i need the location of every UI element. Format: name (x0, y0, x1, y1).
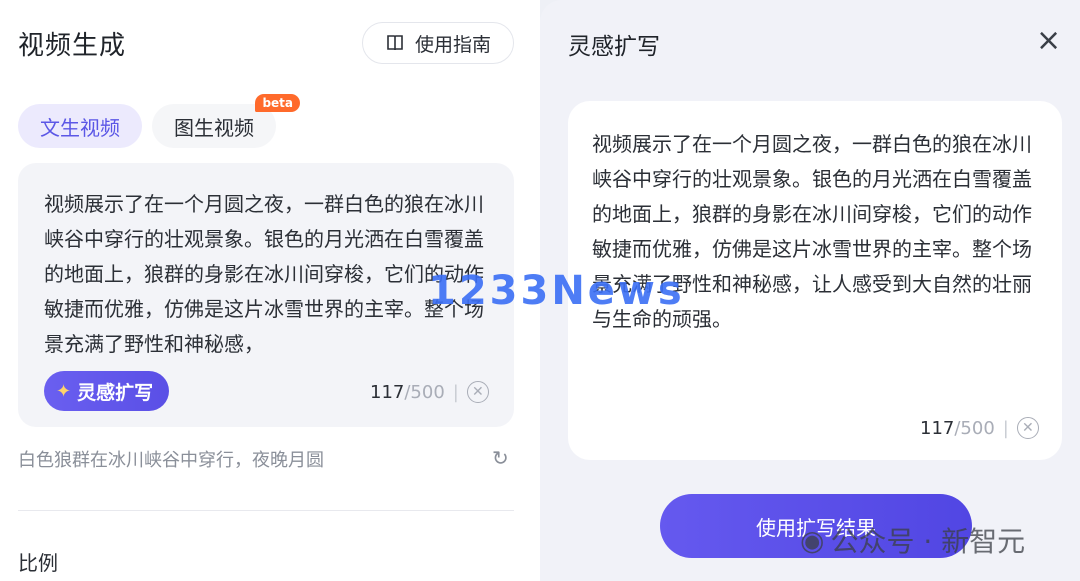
char-counter: 117/500 | ✕ (370, 381, 489, 403)
tab-text-to-video[interactable]: 文生视频 (18, 104, 142, 148)
clear-icon[interactable]: ✕ (466, 381, 489, 403)
tab-image-to-video-label: 图生视频 (174, 115, 254, 140)
tab-text-to-video-label: 文生视频 (40, 115, 120, 140)
refresh-icon[interactable]: ↻ (492, 446, 509, 470)
result-char-max: /500 (954, 417, 995, 439)
inspire-expand-button[interactable]: ✦ 灵感扩写 (44, 371, 170, 411)
inspire-expand-label: 灵感扩写 (77, 381, 154, 404)
ratio-label: 比例 (18, 551, 58, 575)
divider (18, 510, 514, 511)
char-count: 117 (370, 381, 405, 403)
prompt-suggestion[interactable]: 白色狼群在冰川峡谷中穿行，夜晚月圆 (18, 446, 514, 472)
book-icon (387, 35, 403, 51)
close-icon[interactable]: × (1036, 26, 1061, 56)
result-char-counter: 117/500 | ✕ (920, 417, 1039, 439)
result-char-count: 117 (920, 417, 955, 439)
mode-tabs: 文生视频 图生视频 beta (18, 94, 300, 148)
result-clear-icon[interactable]: ✕ (1016, 417, 1039, 439)
char-max: /500 (404, 381, 445, 403)
wechat-icon: ◉ (800, 523, 825, 557)
page-title: 视频生成 (18, 31, 127, 61)
prompt-input[interactable]: 视频展示了在一个月圆之夜，一群白色的狼在冰川峡谷中穿行的壮观景象。银色的月光洒在… (44, 187, 494, 357)
panel-title: 灵感扩写 (568, 34, 660, 60)
counter-separator: | (452, 381, 459, 403)
user-guide-label: 使用指南 (414, 33, 491, 56)
beta-badge: beta (255, 94, 300, 112)
watermark-corner-text: 公众号 · 新智元 (830, 525, 1026, 558)
result-counter-separator: | (1002, 417, 1009, 439)
watermark-center: 1233News (428, 268, 685, 314)
magic-wand-icon: ✦ (56, 380, 72, 402)
watermark-corner: ◉ 公众号 · 新智元 (800, 520, 1025, 560)
user-guide-button[interactable]: 使用指南 (362, 22, 514, 64)
tab-image-to-video[interactable]: 图生视频 beta (152, 94, 300, 148)
